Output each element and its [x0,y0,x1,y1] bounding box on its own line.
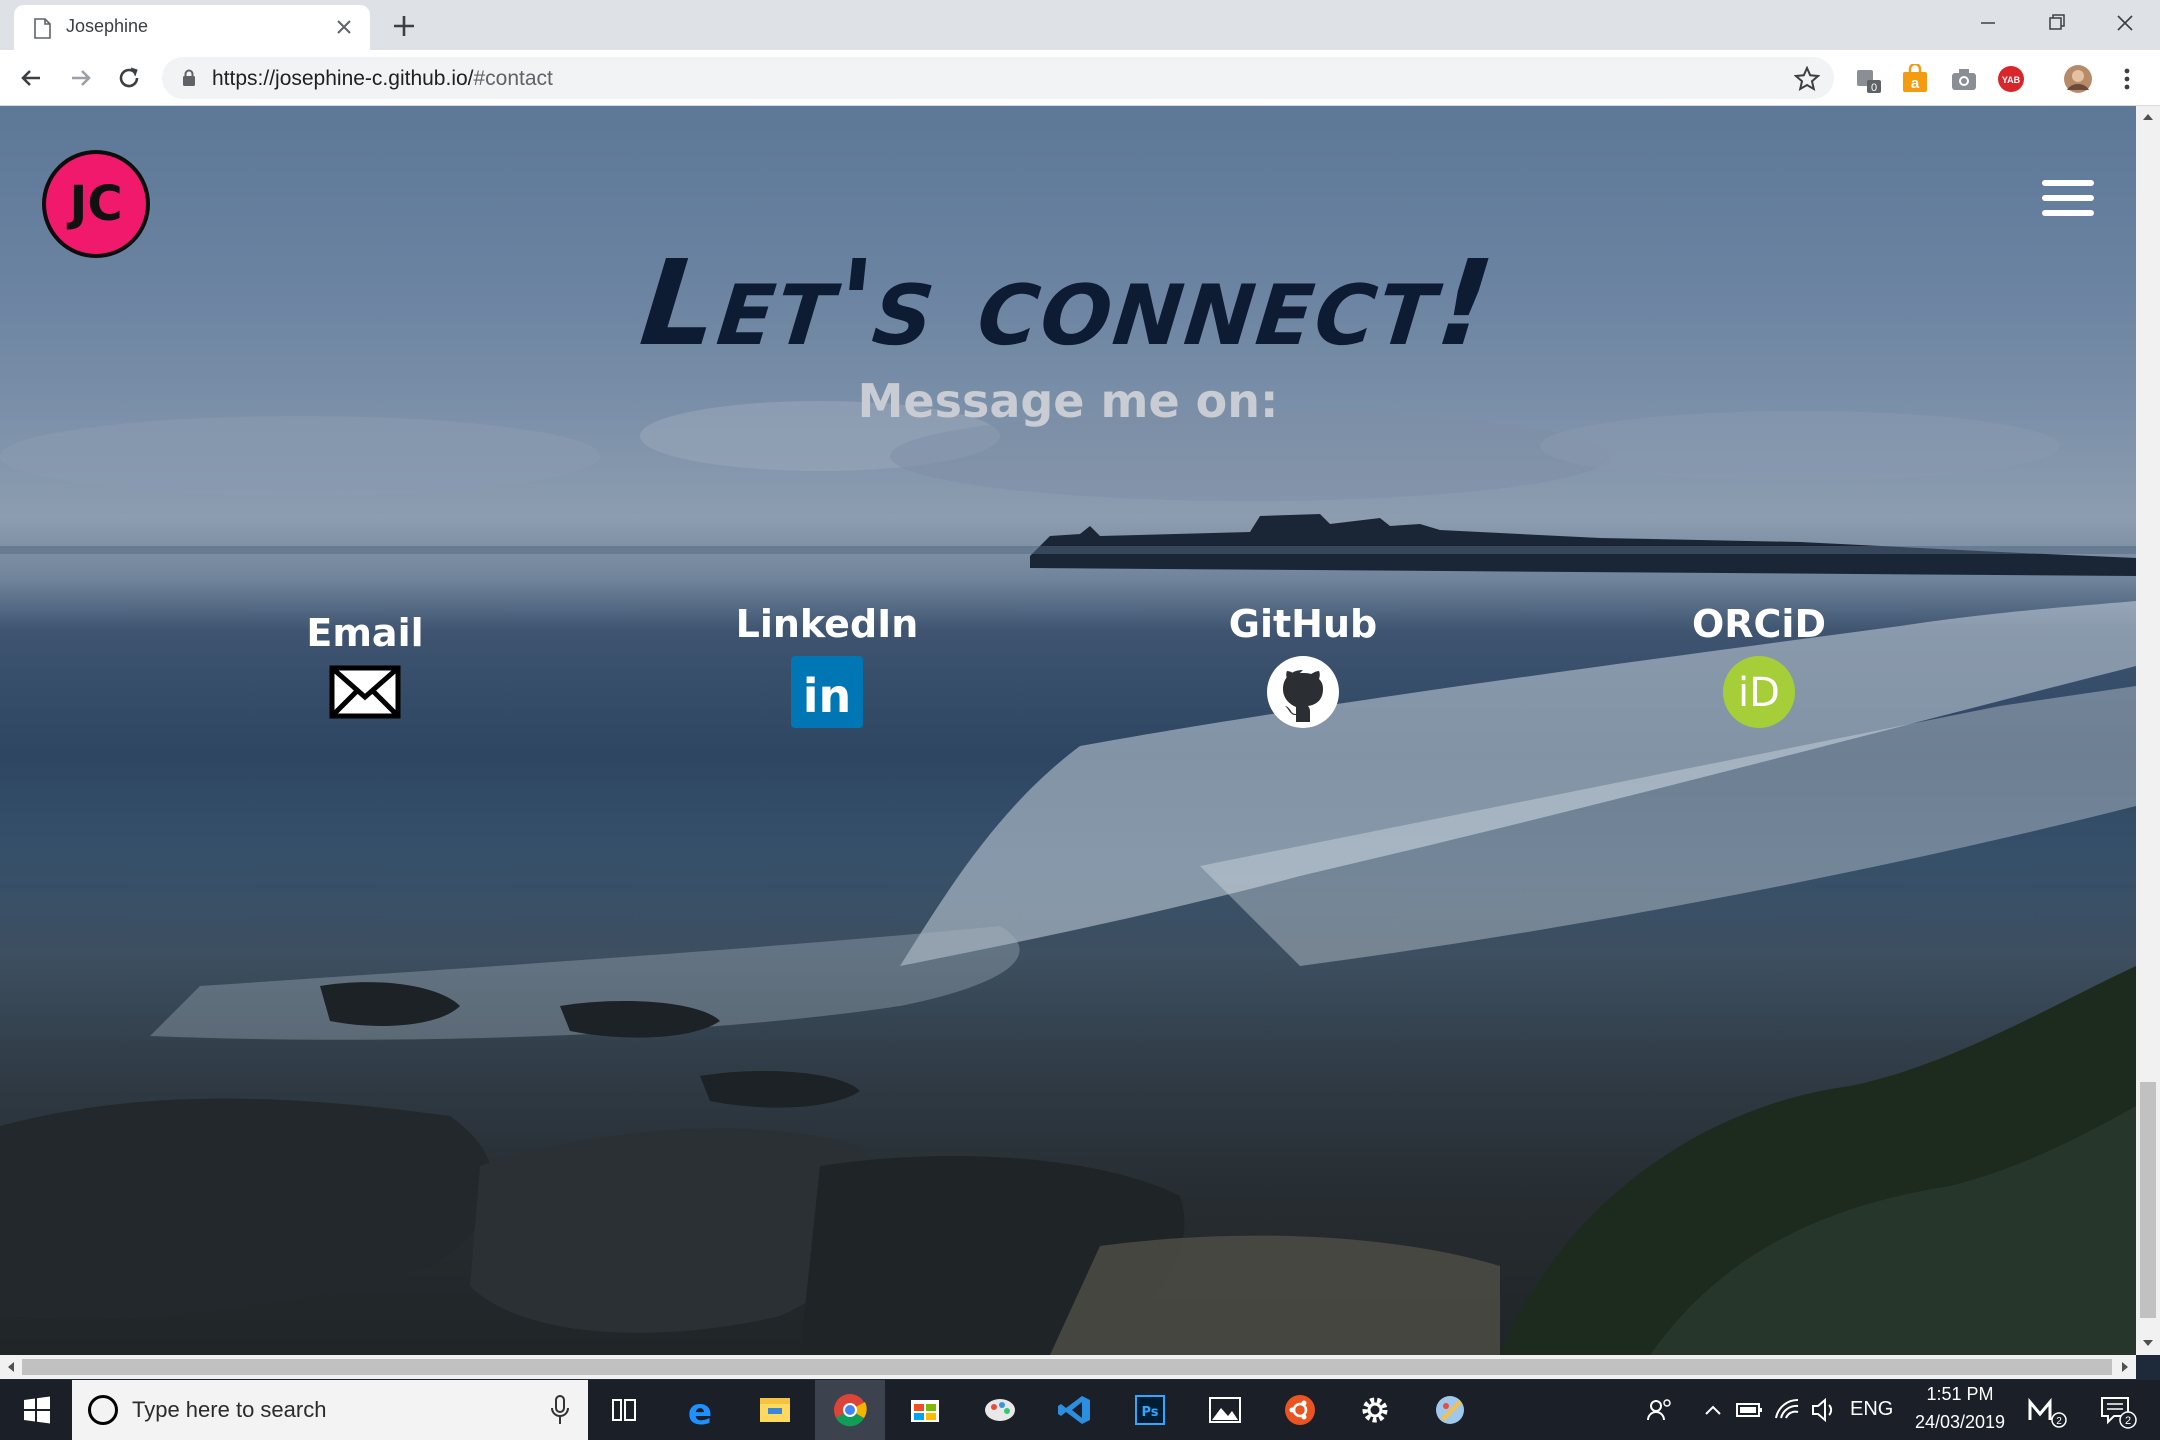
vertical-scroll-thumb[interactable] [2140,1082,2156,1318]
language-indicator[interactable]: ENG [1850,1398,1893,1421]
svg-text:e: e [688,1392,712,1433]
page-subhead: Message me on: [857,374,1279,428]
shopping-letter: a [1911,75,1920,92]
clock-time[interactable]: 1:51 PM [1916,1384,2004,1405]
page-headline: Let's connect! [634,234,1502,372]
contact-email[interactable]: Email [215,611,515,719]
minimize-icon[interactable] [1968,8,2008,38]
photos-icon[interactable] [1190,1380,1260,1440]
browser-tab[interactable]: Josephine [14,5,370,50]
show-hidden-icons-chevron-icon[interactable] [1700,1380,1726,1440]
tab-title: Josephine [66,16,149,36]
settings-gear-icon[interactable] [1340,1380,1410,1440]
paint-3d-icon[interactable] [1415,1380,1485,1440]
photoshop-icon[interactable]: Ps [1115,1380,1185,1440]
contact-section: JC Let's connect! Message me on: Email L… [0,106,2136,1355]
close-tab-icon[interactable] [334,17,354,37]
extension-puzzle-icon[interactable]: 0 [1853,64,1883,94]
linkedin-icon[interactable]: in [791,656,863,728]
edge-browser-icon[interactable]: e [665,1380,735,1440]
linkedin-icon-text: in [803,669,852,723]
shopping-bag-icon[interactable]: a [1900,64,1930,94]
action-center-icon[interactable]: 2 [2094,1380,2140,1440]
contact-orcid-label: ORCiD [1691,602,1827,646]
windows-start-icon[interactable] [0,1380,72,1440]
vscode-icon[interactable] [1040,1380,1110,1440]
scroll-up-arrow-icon[interactable] [2142,112,2154,122]
reload-icon[interactable] [114,63,144,93]
new-tab-icon[interactable] [390,12,418,40]
contact-email-label: Email [306,611,424,655]
back-icon[interactable] [16,63,46,93]
ubuntu-icon[interactable] [1265,1380,1335,1440]
restore-icon[interactable] [2036,8,2076,38]
envelope-icon[interactable] [329,665,401,719]
contact-linkedin-label: LinkedIn [735,602,919,646]
scroll-left-arrow-icon[interactable] [6,1361,16,1373]
url-fragment: #contact [473,67,553,90]
profile-avatar-icon[interactable] [2063,64,2093,94]
menu-more-icon[interactable] [2112,64,2142,94]
document-icon [34,18,51,39]
horizontal-scrollbar[interactable] [0,1355,2136,1379]
chrome-icon[interactable] [815,1380,885,1440]
cortana-icon[interactable] [88,1395,118,1425]
contact-linkedin[interactable]: LinkedIn in [677,602,977,728]
yab-label: YAB [2002,75,2021,85]
wifi-icon[interactable] [1772,1380,1802,1440]
mail-badge-icon[interactable]: 2 [2024,1380,2070,1440]
contact-github[interactable]: GitHub [1153,602,1453,728]
orcid-icon-text: iD [1738,670,1780,716]
scroll-right-arrow-icon[interactable] [2120,1361,2130,1373]
url-text: https://josephine-c.github.io/#contact [212,67,553,91]
lock-icon [183,69,195,86]
camera-icon[interactable] [1949,64,1979,94]
search-placeholder: Type here to search [132,1397,327,1422]
horizontal-scroll-thumb[interactable] [22,1359,2112,1375]
contact-orcid[interactable]: ORCiD iD [1609,602,1909,728]
tab-strip: Josephine [0,0,2160,50]
bookmark-star-icon[interactable] [1794,66,1820,92]
github-icon[interactable] [1267,656,1339,728]
hamburger-menu-icon[interactable] [2042,180,2094,216]
file-explorer-icon[interactable] [740,1380,810,1440]
close-window-icon[interactable] [2105,8,2145,38]
svg-text:2: 2 [2056,1416,2062,1427]
paint-icon[interactable] [965,1380,1035,1440]
taskbar-search-box[interactable]: Type here to search [72,1380,588,1440]
svg-text:Ps: Ps [1141,1405,1158,1420]
browser-toolbar: https://josephine-c.github.io/#contact 0… [0,50,2160,106]
orcid-icon[interactable]: iD [1723,656,1795,728]
battery-icon[interactable] [1734,1380,1764,1440]
address-bar[interactable]: https://josephine-c.github.io/#contact [162,57,1834,99]
windows-taskbar: Type here to search e Ps ENG 1:51 PM 24/… [0,1380,2160,1440]
task-view-icon[interactable] [589,1380,659,1440]
scroll-down-arrow-icon[interactable] [2142,1338,2154,1348]
microphone-icon[interactable] [550,1394,570,1426]
forward-icon[interactable] [66,63,96,93]
logo-text: JC [66,176,122,232]
extension-badge: 0 [1871,82,1877,94]
people-icon[interactable] [1640,1380,1680,1440]
notification-count: 2 [2125,1415,2131,1427]
store-icon[interactable] [890,1380,960,1440]
yab-extension-icon[interactable]: YAB [1996,64,2026,94]
volume-icon[interactable] [1808,1380,1838,1440]
contact-github-label: GitHub [1228,602,1378,646]
url-host: https://josephine-c.github.io/ [212,67,474,90]
clock-date[interactable]: 24/03/2019 [1904,1412,2016,1433]
vertical-scrollbar[interactable] [2136,106,2160,1355]
